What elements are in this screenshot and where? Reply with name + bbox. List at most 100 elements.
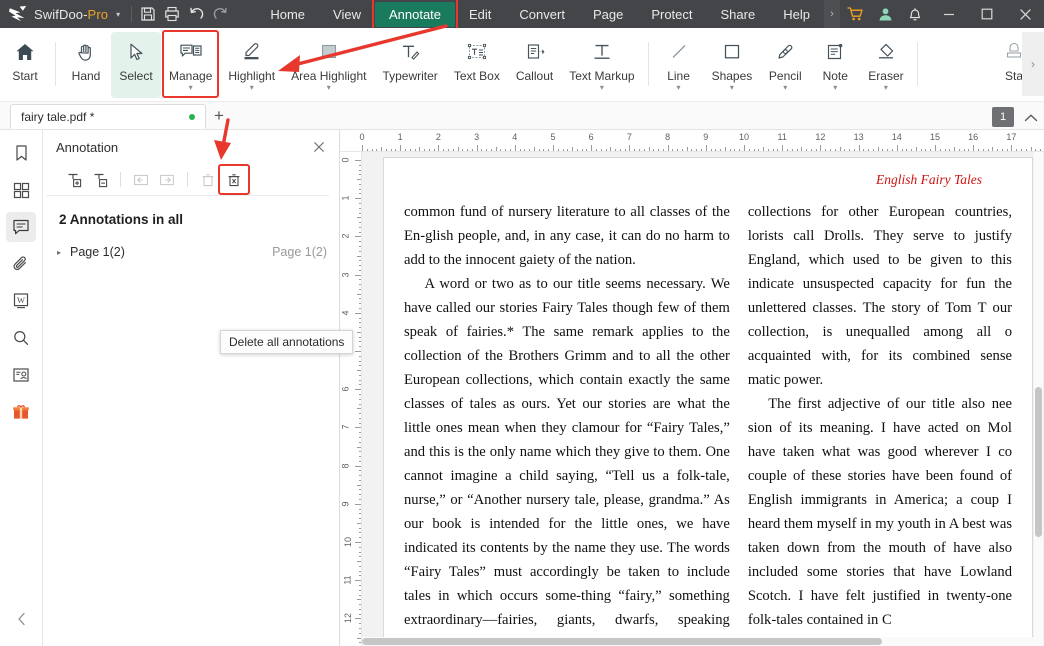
ribbon-button-eraser[interactable]: Eraser ▾	[860, 32, 911, 98]
chevron-down-icon[interactable]: ▾	[730, 84, 734, 92]
titlebar-right-group: ›	[824, 0, 1044, 28]
rail-item-attachment[interactable]	[6, 249, 36, 279]
rail-item-gift[interactable]	[6, 397, 36, 427]
pdf-viewer: 01234567891011121314151617 0123456789101…	[340, 130, 1044, 646]
chevron-down-icon[interactable]: ▾	[327, 84, 331, 92]
menu-item-protect[interactable]: Protect	[637, 2, 706, 27]
previous-annotation-button[interactable]	[129, 168, 153, 191]
ribbon-button-line[interactable]: Line ▾	[654, 32, 704, 98]
ribbon-button-select[interactable]: Select	[111, 32, 161, 98]
close-panel-button[interactable]	[309, 137, 329, 157]
cart-icon[interactable]	[840, 0, 870, 28]
delete-all-annotations-button[interactable]	[218, 164, 250, 195]
ribbon-button-shapes[interactable]: Shapes ▾	[704, 32, 761, 98]
h-ruler-tick	[729, 148, 731, 151]
rail-collapse-button[interactable]	[0, 606, 43, 632]
expand-all-button[interactable]	[62, 168, 86, 191]
redo-icon[interactable]	[208, 0, 232, 28]
ribbon-button-text-markup[interactable]: Text Markup ▾	[561, 32, 642, 98]
ribbon-button-stamp[interactable]: Sta	[992, 32, 1022, 98]
h-ruler-tick	[696, 148, 698, 151]
v-ruler-tick	[358, 642, 361, 644]
h-ruler-tick	[557, 148, 559, 151]
v-ruler-tick	[358, 341, 361, 343]
ribbon-button-hand[interactable]: Hand	[61, 32, 111, 98]
chevron-down-icon[interactable]: ▾	[783, 84, 787, 92]
brand-dropdown-caret[interactable]: ▾	[108, 10, 127, 19]
v-ruler-tick	[358, 212, 361, 214]
menu-item-view[interactable]: View	[319, 2, 375, 27]
collapse-all-button[interactable]	[88, 168, 112, 191]
h-ruler-tick	[863, 148, 865, 151]
h-ruler-tick	[925, 148, 927, 151]
account-icon[interactable]	[870, 0, 900, 28]
ribbon-button-manage[interactable]: Manage ▾	[161, 30, 220, 98]
v-ruler-tick	[355, 198, 361, 200]
maximize-button[interactable]	[968, 0, 1006, 28]
close-button[interactable]	[1006, 0, 1044, 28]
chevron-down-icon[interactable]: ▾	[884, 84, 888, 92]
vertical-scrollbar-thumb[interactable]	[1035, 387, 1042, 537]
ribbon-label-start: Start	[12, 69, 38, 83]
chevron-down-icon[interactable]: ▾	[677, 84, 681, 92]
menu-item-share[interactable]: Share	[707, 2, 770, 27]
current-page-badge[interactable]: 1	[992, 107, 1014, 127]
ribbon-button-text-box[interactable]: Text Box	[446, 32, 508, 98]
chevron-down-icon[interactable]: ▾	[600, 84, 604, 92]
ribbon-button-pencil[interactable]: Pencil ▾	[760, 32, 810, 98]
new-tab-button[interactable]: +	[206, 103, 232, 129]
h-ruler-tick	[858, 145, 860, 151]
menu-item-edit[interactable]: Edit	[455, 2, 505, 27]
h-ruler-tick	[500, 148, 502, 151]
ribbon-button-note[interactable]: Note ▾	[810, 32, 860, 98]
menu-item-home[interactable]: Home	[256, 2, 319, 27]
expand-triangle-icon[interactable]: ▸	[57, 248, 61, 257]
delete-all-annotations-tooltip: Delete all annotations	[220, 330, 354, 354]
ribbon-button-highlight[interactable]: Highlight ▾	[220, 32, 283, 98]
ribbon-button-typewriter[interactable]: Typewriter	[374, 32, 445, 98]
vertical-scrollbar[interactable]	[1034, 152, 1043, 646]
delete-annotation-button[interactable]	[196, 168, 220, 191]
rail-item-search[interactable]	[6, 323, 36, 353]
ribbon-overflow-button[interactable]: ›	[1022, 32, 1044, 96]
print-icon[interactable]	[160, 0, 184, 28]
rail-item-signature[interactable]	[6, 360, 36, 390]
minimize-button[interactable]	[930, 0, 968, 28]
rail-item-annotation[interactable]	[6, 212, 36, 242]
chevron-down-icon[interactable]: ▾	[189, 84, 193, 92]
attachment-icon	[13, 256, 26, 271]
ribbon-label-hand: Hand	[71, 69, 101, 83]
next-annotation-button[interactable]	[155, 168, 179, 191]
rail-item-thumbnails[interactable]	[6, 175, 36, 205]
menu-item-convert[interactable]: Convert	[505, 2, 579, 27]
h-ruler-tick	[495, 147, 497, 151]
h-ruler-tick	[715, 148, 717, 151]
pencil-icon	[774, 37, 796, 67]
brand-pro: Pro	[87, 6, 109, 22]
menu-overflow-chevron-icon[interactable]: ›	[824, 0, 840, 28]
h-ruler-tick	[457, 147, 459, 151]
v-ruler-tick	[358, 475, 361, 477]
chevron-down-icon[interactable]: ▾	[833, 84, 837, 92]
v-ruler-tick	[355, 465, 361, 467]
collapse-ribbon-chevron-icon[interactable]	[1024, 112, 1038, 126]
menu-item-help[interactable]: Help	[769, 2, 824, 27]
bell-icon[interactable]	[900, 0, 930, 28]
page-scroll-area[interactable]: English Fairy Tales common fund of nurse…	[362, 152, 1044, 646]
ribbon-button-start[interactable]: Start	[0, 32, 50, 98]
ribbon-button-callout[interactable]: Callout	[508, 32, 561, 98]
horizontal-scrollbar-thumb[interactable]	[362, 638, 882, 645]
document-tab-fairy-tale[interactable]: fairy tale.pdf *	[10, 104, 206, 129]
chevron-down-icon[interactable]: ▾	[250, 84, 254, 92]
horizontal-scrollbar[interactable]	[362, 637, 1034, 646]
save-icon[interactable]	[136, 0, 160, 28]
v-ruler-tick	[358, 508, 361, 510]
annotation-group-page-1[interactable]: ▸ Page 1(2) Page 1(2)	[43, 227, 339, 259]
ribbon-button-area-highlight[interactable]: Area Highlight ▾	[283, 32, 374, 98]
rail-item-word[interactable]: W	[6, 286, 36, 316]
undo-icon[interactable]	[184, 0, 208, 28]
menu-item-annotate[interactable]: Annotate	[371, 0, 459, 31]
menu-item-page[interactable]: Page	[579, 2, 637, 27]
rail-item-bookmark[interactable]	[6, 138, 36, 168]
h-ruler-tick	[920, 148, 922, 151]
